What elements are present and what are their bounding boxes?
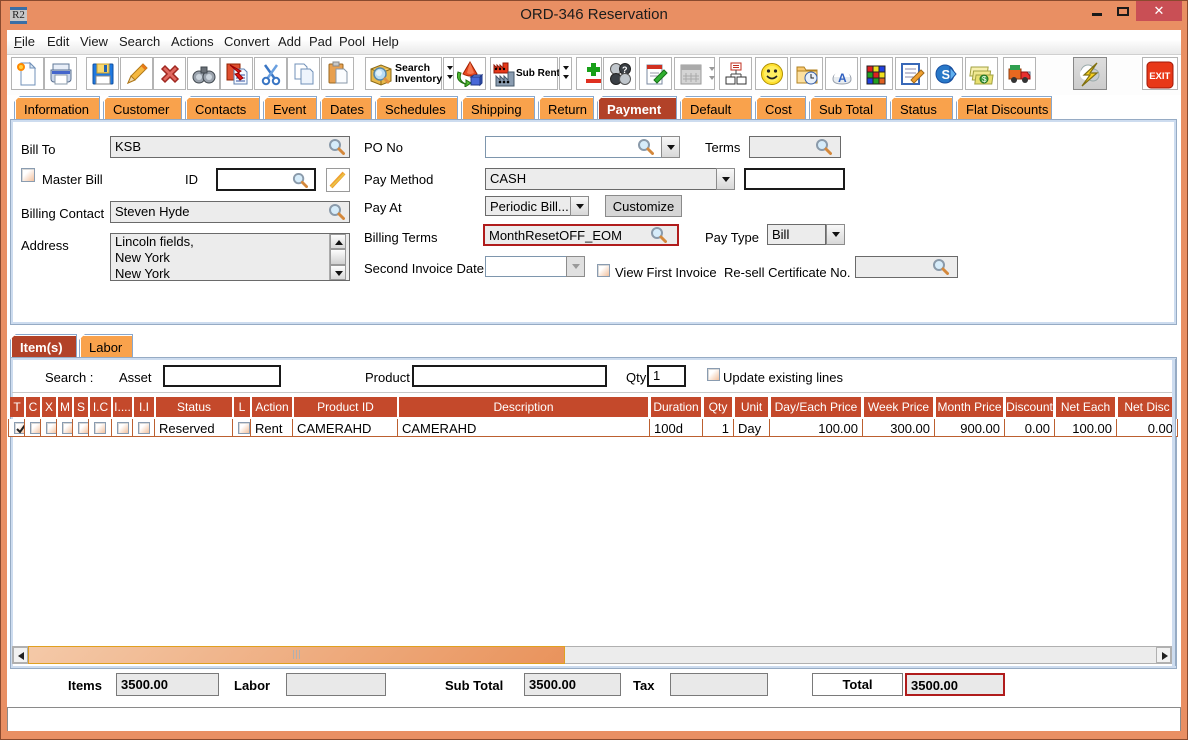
svg-text:A: A: [838, 71, 847, 85]
svg-text:?: ?: [622, 65, 628, 75]
svg-text:EXIT: EXIT: [1149, 71, 1170, 82]
svg-text:$: $: [982, 75, 987, 84]
svg-text:S: S: [942, 67, 951, 82]
